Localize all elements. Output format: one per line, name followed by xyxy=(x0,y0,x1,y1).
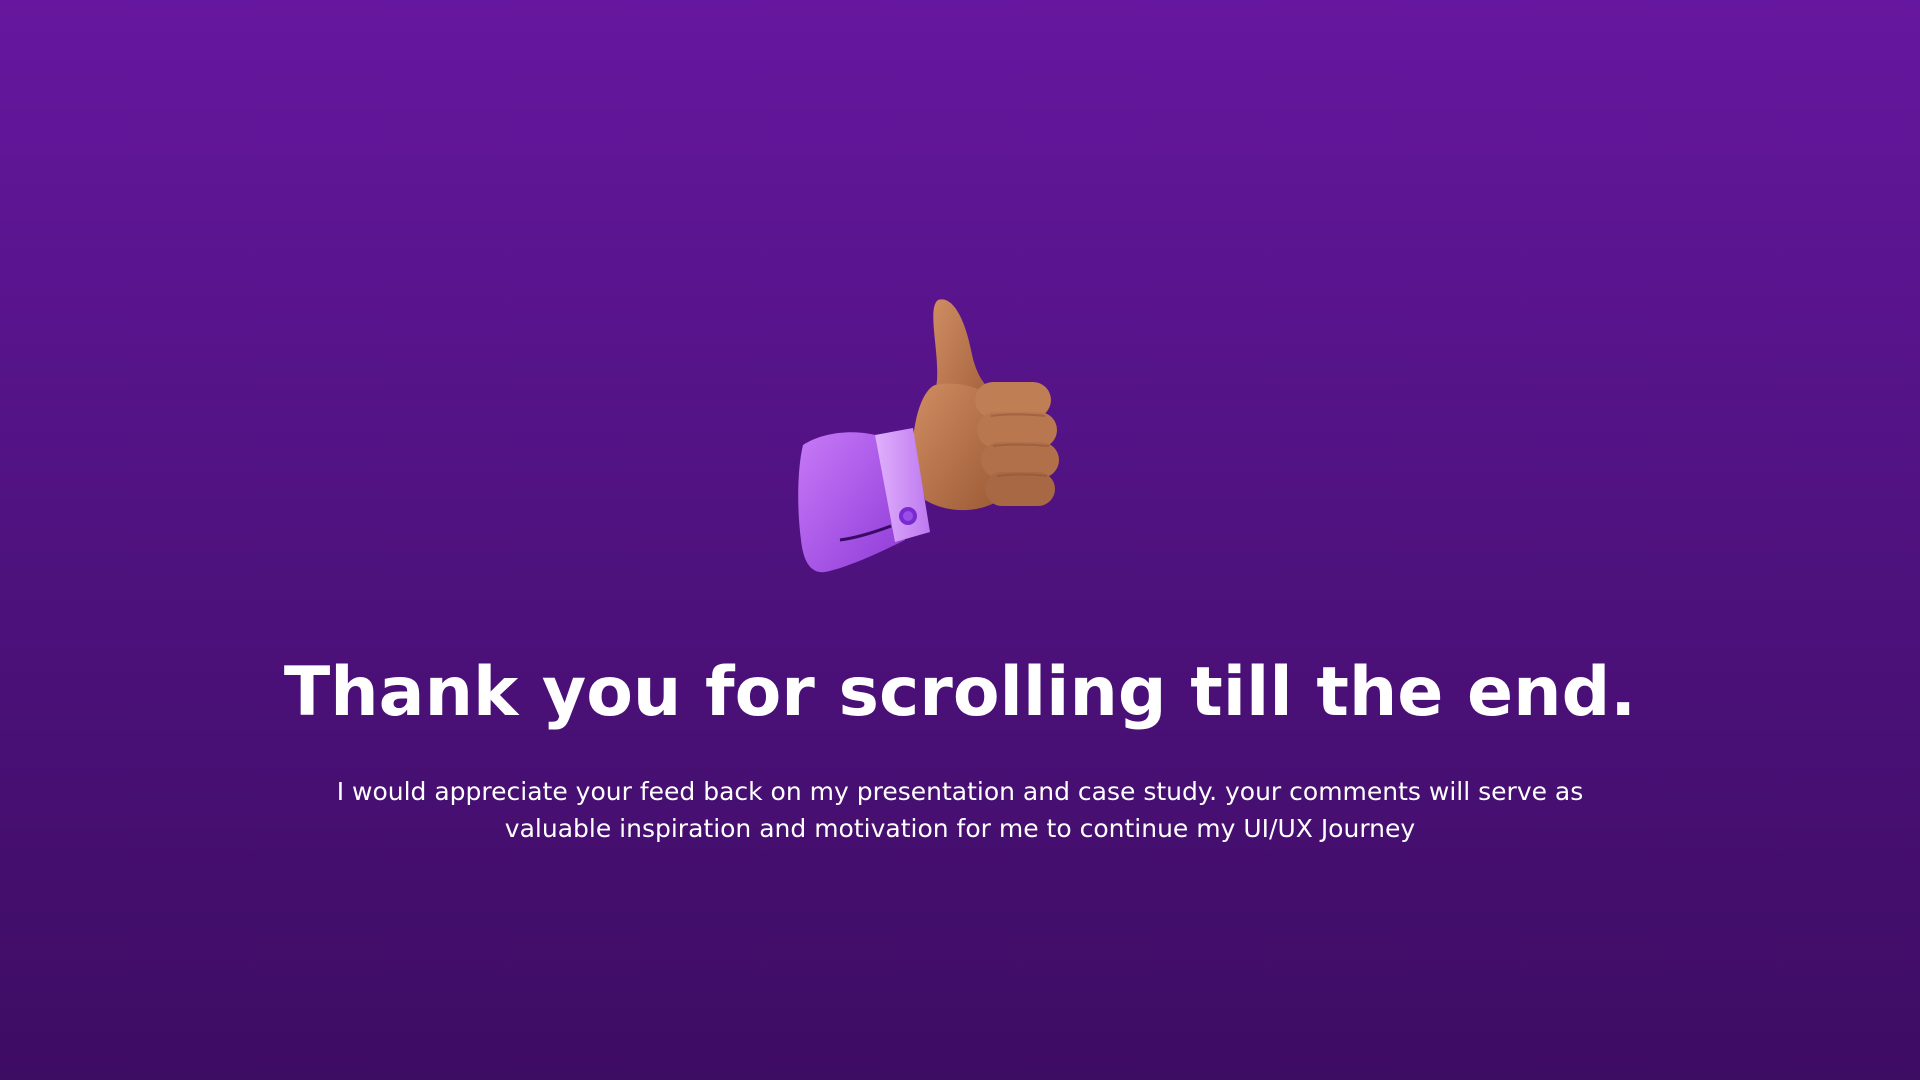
feedback-message: I would appreciate your feed back on my … xyxy=(330,773,1590,847)
thank-you-slide: Thank you for scrolling till the end. I … xyxy=(0,0,1920,1080)
feedback-message-line-1: I would appreciate your feed back on my … xyxy=(336,777,1584,806)
thumbs-up-hand-icon xyxy=(795,290,1095,590)
feedback-message-line-2: valuable inspiration and motivation for … xyxy=(504,814,1416,843)
page-title: Thank you for scrolling till the end. xyxy=(283,653,1637,732)
